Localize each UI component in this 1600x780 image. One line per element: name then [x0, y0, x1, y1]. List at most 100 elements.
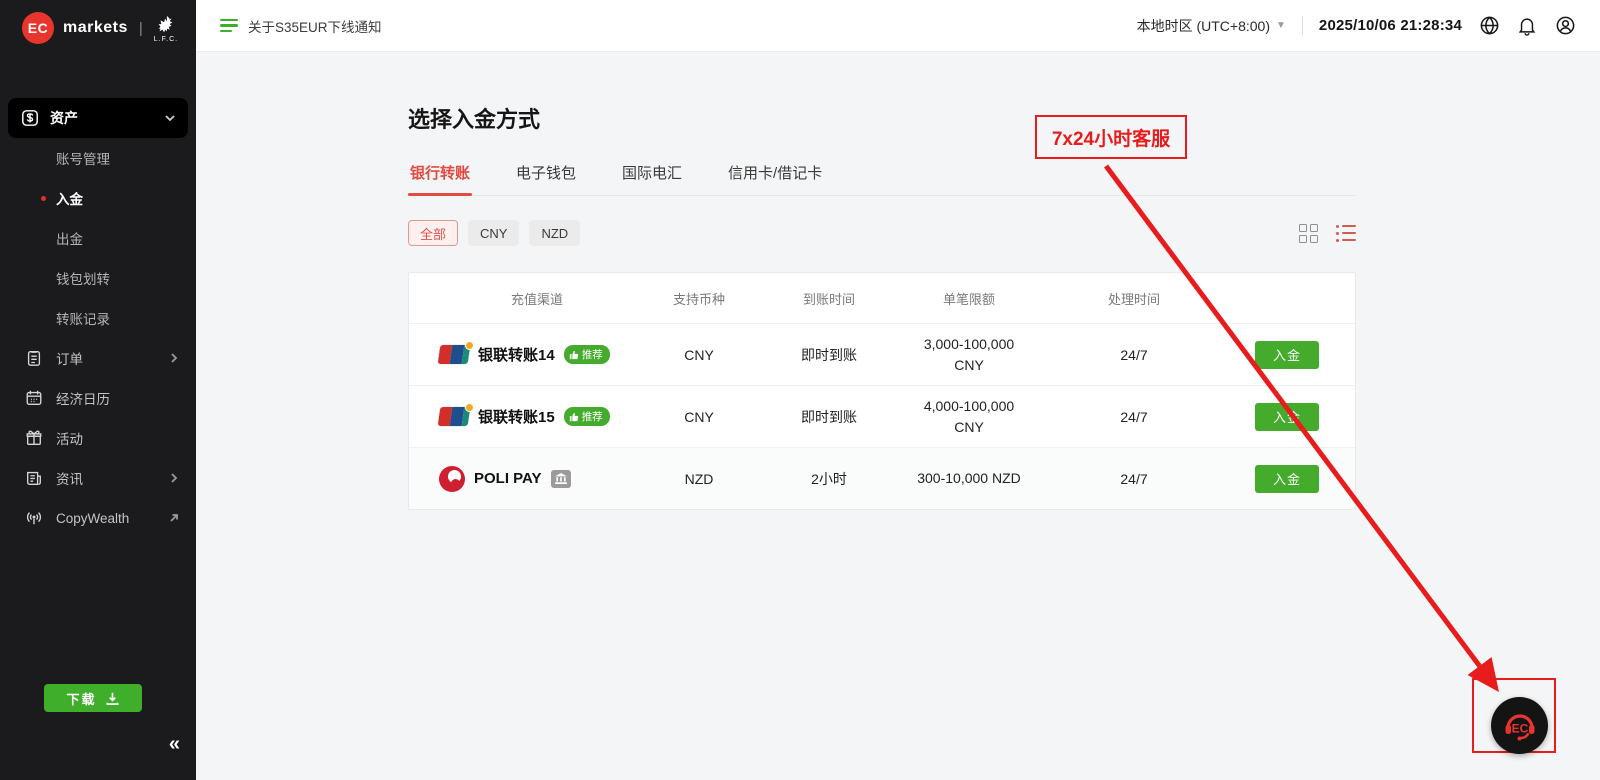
notification-bell-icon[interactable]	[1516, 15, 1538, 37]
notification-dot	[465, 403, 474, 412]
channel-name: 银联转账14	[478, 344, 555, 365]
datetime-display: 2025/10/06 21:28:34	[1319, 17, 1462, 34]
topbar: 关于S35EUR下线通知 本地时区 (UTC+8:00) ▼ 2025/10/0…	[196, 0, 1600, 52]
filter-chip-all[interactable]: 全部	[408, 220, 458, 246]
announcement-text: 关于S35EUR下线通知	[248, 16, 382, 36]
currency-cell: CNY	[629, 409, 769, 425]
deposit-button[interactable]: 入金	[1255, 341, 1319, 369]
deposit-channels-table: 充值渠道 支持币种 到账时间 单笔限额 处理时间 银联转账14 推荐 CNY 即…	[408, 272, 1356, 510]
language-globe-icon[interactable]	[1478, 15, 1500, 37]
unionpay-icon	[439, 407, 469, 426]
sidebar-item-label: 资产	[50, 108, 164, 128]
sidebar-item-label: 入金	[56, 188, 83, 208]
logo-divider: |	[139, 20, 143, 37]
tab-e-wallet[interactable]: 电子钱包	[514, 152, 578, 195]
deposit-method-tabs: 银行转账 电子钱包 国际电汇 信用卡/借记卡	[408, 152, 1356, 196]
brand-logo: EC markets | L.F.C.	[0, 0, 196, 56]
channel-name: POLI PAY	[474, 470, 542, 487]
sidebar-item-account-management[interactable]: 账号管理	[0, 138, 196, 178]
tab-credit-debit-card[interactable]: 信用卡/借记卡	[726, 152, 824, 195]
timezone-selector[interactable]: 本地时区 (UTC+8:00) ▼	[1137, 16, 1286, 36]
filter-chip-nzd[interactable]: NZD	[529, 220, 580, 246]
deposit-button[interactable]: 入金	[1255, 403, 1319, 431]
ec-logo-icon: EC	[22, 12, 54, 44]
calendar-icon	[24, 388, 44, 408]
list-view-icon[interactable]	[1336, 225, 1356, 242]
notification-dot	[465, 341, 474, 350]
table-row: 银联转账14 推荐 CNY 即时到账 3,000-100,000 CNY 24/…	[409, 323, 1355, 385]
sidebar-item-news[interactable]: 资讯	[0, 458, 196, 498]
active-dot	[41, 196, 46, 201]
lfc-label: L.F.C.	[154, 36, 178, 43]
customer-service-chat-button[interactable]: EC	[1491, 697, 1548, 754]
main-content: 选择入金方式 银行转账 电子钱包 国际电汇 信用卡/借记卡 全部 CNY NZD…	[196, 52, 1600, 780]
sidebar-item-wallet-transfer[interactable]: 钱包划转	[0, 258, 196, 298]
limit-amount: 4,000-100,000	[889, 396, 1049, 417]
sidebar-item-orders[interactable]: 订单	[0, 338, 196, 378]
sidebar-item-deposit[interactable]: 入金	[0, 178, 196, 218]
sidebar-item-label: 经济日历	[56, 388, 180, 408]
announcement-link[interactable]: 关于S35EUR下线通知	[220, 16, 382, 36]
filter-chip-cny[interactable]: CNY	[468, 220, 519, 246]
account-avatar-icon[interactable]	[1554, 15, 1576, 37]
timezone-label: 本地时区 (UTC+8:00)	[1137, 16, 1270, 36]
column-header-processing-time: 处理时间	[1049, 289, 1219, 308]
table-row: POLI PAY NZD 2小时 300-10,000 NZD 24/7 入金	[409, 447, 1355, 509]
announcement-icon	[220, 19, 238, 33]
liver-bird-icon	[155, 14, 177, 36]
sidebar-item-withdraw[interactable]: 出金	[0, 218, 196, 258]
channel-cell: 银联转账14 推荐	[409, 344, 629, 365]
thumb-up-icon	[569, 412, 579, 422]
broadcast-icon	[24, 508, 44, 528]
chevron-down-icon: ▼	[1276, 20, 1286, 31]
grid-view-icon[interactable]	[1299, 224, 1318, 243]
sidebar-sub-menu: 账号管理 入金 出金 钱包划转 转账记录	[0, 138, 196, 338]
deposit-button[interactable]: 入金	[1255, 465, 1319, 493]
currency-filter-row: 全部 CNY NZD	[408, 220, 1356, 246]
unionpay-icon	[439, 345, 469, 364]
sidebar-item-economic-calendar[interactable]: 经济日历	[0, 378, 196, 418]
limit-cell: 300-10,000 NZD	[889, 468, 1049, 489]
sidebar-item-assets[interactable]: 资产	[8, 98, 188, 138]
limit-cell: 3,000-100,000 CNY	[889, 334, 1049, 376]
news-icon	[24, 468, 44, 488]
arrival-cell: 2小时	[769, 469, 889, 489]
sidebar-item-label: 活动	[56, 428, 180, 448]
dollar-icon	[20, 108, 40, 128]
tab-international-wire[interactable]: 国际电汇	[620, 152, 684, 195]
external-link-icon	[168, 512, 180, 524]
sidebar-item-label: 账号管理	[56, 148, 110, 168]
sidebar-collapse-button[interactable]: «	[169, 734, 180, 754]
sidebar-item-transfer-history[interactable]: 转账记录	[0, 298, 196, 338]
sidebar-item-label: 钱包划转	[56, 268, 110, 288]
column-header-arrival-time: 到账时间	[769, 289, 889, 308]
channel-cell: POLI PAY	[409, 466, 629, 492]
channel-cell: 银联转账15 推荐	[409, 406, 629, 427]
table-row: 银联转账15 推荐 CNY 即时到账 4,000-100,000 CNY 24/…	[409, 385, 1355, 447]
processing-cell: 24/7	[1049, 471, 1219, 487]
arrival-cell: 即时到账	[769, 407, 889, 427]
download-button[interactable]: 下载	[44, 684, 142, 712]
limit-amount: 3,000-100,000	[889, 334, 1049, 355]
sidebar-item-activities[interactable]: 活动	[0, 418, 196, 458]
sidebar-item-copywealth[interactable]: CopyWealth	[0, 498, 196, 538]
bank-building-icon	[555, 473, 567, 484]
badge-label: 推荐	[582, 409, 603, 424]
chevron-right-icon	[168, 352, 180, 364]
svg-text:EC: EC	[1511, 721, 1528, 735]
processing-cell: 24/7	[1049, 347, 1219, 363]
download-label: 下载	[66, 689, 96, 708]
bank-badge	[551, 470, 571, 488]
recommended-badge: 推荐	[564, 407, 610, 426]
limit-cell: 4,000-100,000 CNY	[889, 396, 1049, 438]
column-header-channel: 充值渠道	[409, 289, 629, 308]
topbar-divider	[1302, 16, 1303, 36]
limit-currency: CNY	[889, 355, 1049, 376]
tab-bank-transfer[interactable]: 银行转账	[408, 152, 472, 195]
chevron-down-icon	[164, 112, 176, 124]
clipboard-icon	[24, 348, 44, 368]
sidebar-item-label: 资讯	[56, 468, 156, 488]
gift-icon	[24, 428, 44, 448]
poli-pay-icon	[439, 466, 465, 492]
sidebar-item-label: CopyWealth	[56, 511, 156, 526]
